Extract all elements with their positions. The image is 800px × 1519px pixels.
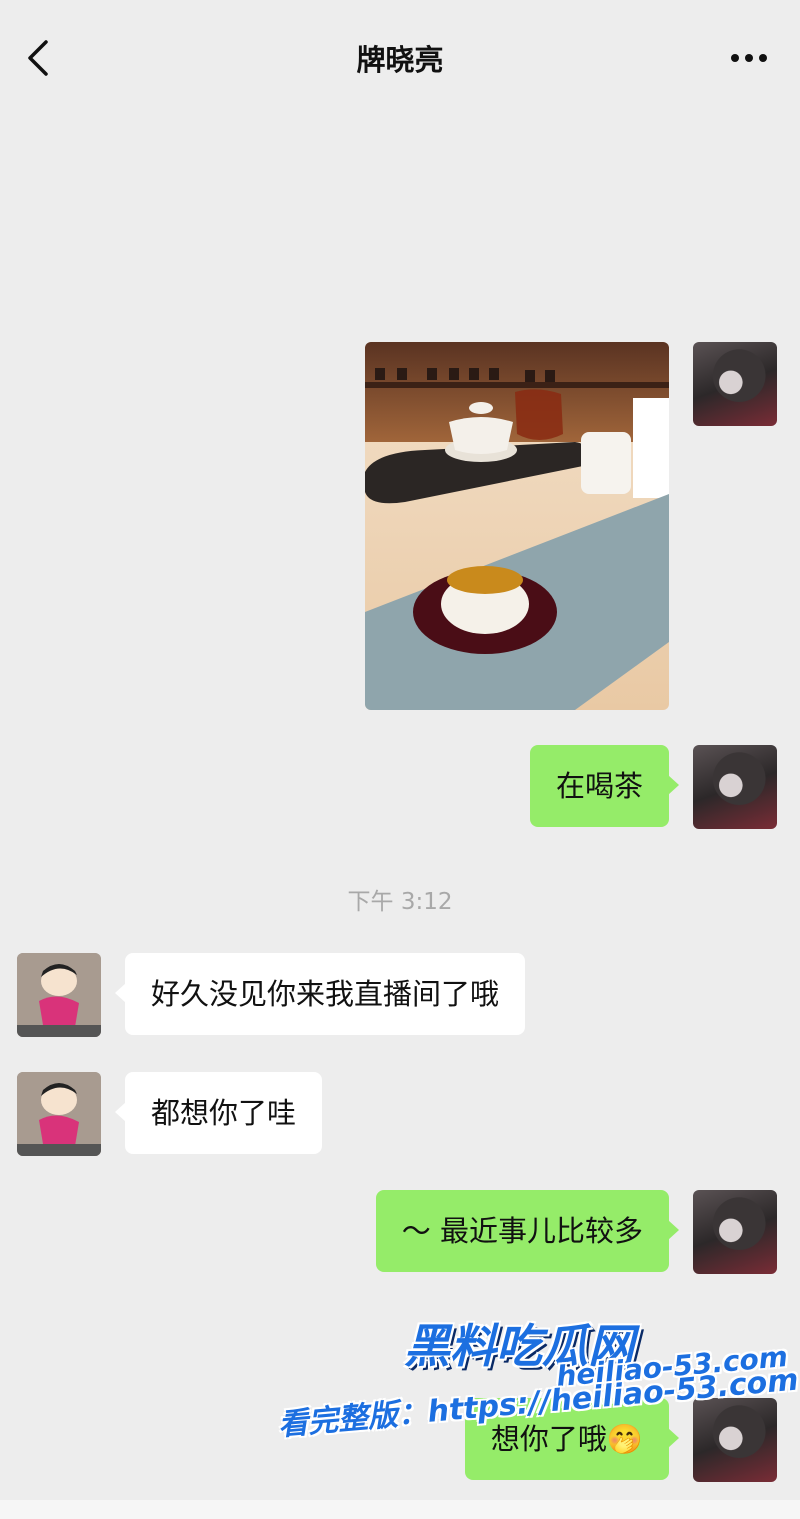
message-timestamp: 下午 3:12	[347, 889, 453, 915]
self-avatar[interactable]	[693, 1398, 777, 1482]
self-avatar[interactable]	[693, 745, 777, 829]
tea-set-photo[interactable]	[365, 342, 669, 710]
message-bubble-in[interactable]: 都想你了哇	[114, 1072, 323, 1154]
self-avatar[interactable]	[693, 342, 777, 426]
more-dots-icon	[731, 54, 767, 62]
more-button[interactable]	[728, 40, 770, 76]
cartoon-avatar-image	[17, 953, 101, 1037]
message-bubble-out[interactable]: 在喝茶	[529, 745, 680, 827]
message-bubble-in[interactable]: 好久没见你来我直播间了哦	[114, 953, 526, 1035]
message-text: ～ 最近事儿比较多	[401, 1214, 643, 1248]
message-text: 想你了哦🤭	[490, 1422, 643, 1456]
contact-avatar[interactable]	[17, 953, 101, 1037]
chevron-left-icon	[28, 40, 48, 76]
message-text: 好久没见你来我直播间了哦	[151, 977, 500, 1011]
cartoon-avatar-image	[17, 1072, 101, 1156]
message-text: 都想你了哇	[151, 1096, 297, 1130]
back-button[interactable]	[18, 36, 58, 80]
contact-avatar[interactable]	[17, 1072, 101, 1156]
input-bar[interactable]	[0, 1500, 800, 1519]
chat-title: 牌晓亮	[356, 42, 444, 77]
message-text: 在喝茶	[555, 769, 643, 803]
message-bubble-out[interactable]: ～ 最近事儿比较多	[375, 1190, 680, 1272]
self-avatar[interactable]	[693, 1190, 777, 1274]
chat-header: 牌晓亮	[0, 0, 800, 115]
tea-set-image	[365, 342, 669, 710]
